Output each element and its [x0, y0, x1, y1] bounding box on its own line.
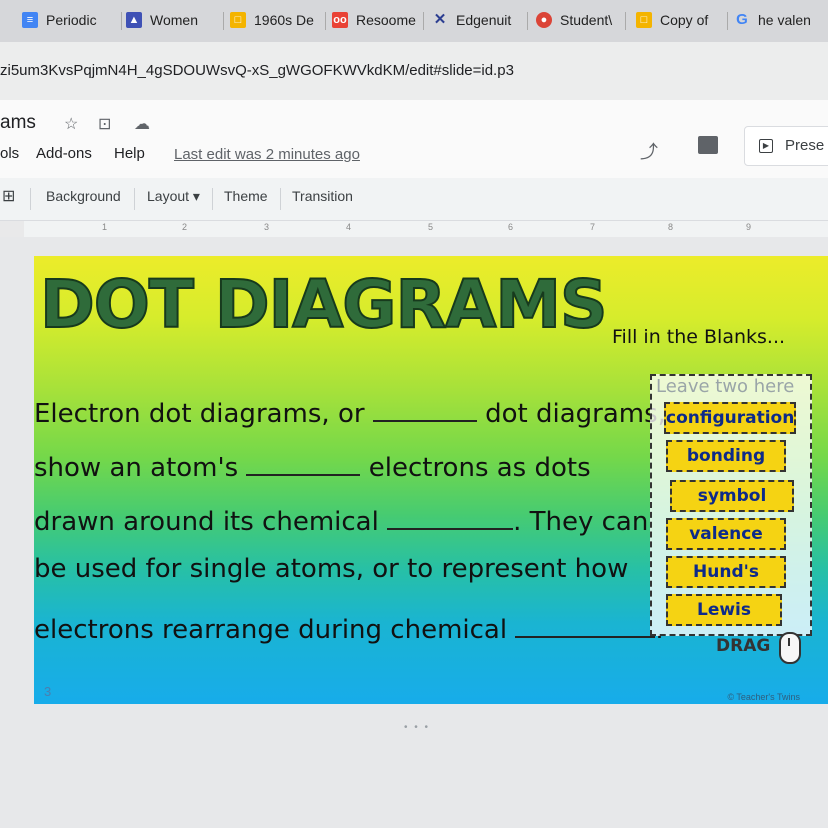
cloud-status-icon[interactable]: ☁: [134, 114, 150, 134]
ruler-mark: 4: [346, 222, 352, 232]
menu-help[interactable]: Help: [114, 145, 145, 162]
filmstrip-resize-handle[interactable]: • • •: [404, 722, 430, 733]
line-text: electrons rearrange during chemical: [34, 615, 516, 645]
menu-add-ons[interactable]: Add-ons: [36, 145, 92, 162]
line-text: dot diagrams,: [476, 399, 666, 429]
ruler-mark: 1: [102, 222, 108, 232]
tab-women[interactable]: ▲ Women: [126, 4, 224, 36]
horizontal-ruler[interactable]: 1 2 3 4 5 6 7 8 9: [24, 221, 828, 237]
ruler-mark: 2: [182, 222, 188, 232]
classroom-icon: ▲: [126, 12, 142, 28]
word-chip-symbol[interactable]: symbol: [670, 480, 794, 512]
tab-label: Periodic: [46, 12, 97, 28]
doc-header: ams ☆ ⊡ ☁ ols Add-ons Help Last edit was…: [0, 100, 828, 178]
word-chip-bonding[interactable]: bonding: [666, 440, 786, 472]
transition-button[interactable]: Transition: [292, 188, 353, 204]
line-text: be used for single atoms, or to represen…: [34, 554, 629, 584]
tab-label: he valen: [758, 12, 811, 28]
oo-icon: oo: [332, 12, 348, 28]
text-line: electrons rearrange during chemical .: [34, 610, 664, 643]
ruler-mark: 9: [746, 222, 752, 232]
google-icon: G: [736, 11, 748, 28]
layout-button[interactable]: Layout ▾: [147, 188, 200, 205]
activity-trend-icon[interactable]: ⤴: [640, 138, 658, 164]
present-icon: ▶: [759, 139, 773, 153]
tab-copy-of[interactable]: □ Copy of: [636, 4, 728, 36]
word-chip-hunds[interactable]: Hund's: [666, 556, 786, 588]
background-button[interactable]: Background: [46, 188, 121, 204]
tab-1960s[interactable]: □ 1960s De: [230, 4, 326, 36]
line-text: electrons as dots: [360, 453, 591, 483]
word-bank-title: Leave two here: [656, 376, 795, 397]
drag-label: DRAG: [716, 636, 771, 656]
word-chip-configuration[interactable]: configuration: [664, 402, 796, 434]
line-text: drawn around its chemical: [34, 507, 388, 537]
menu-tools[interactable]: ols: [0, 145, 19, 162]
ruler-mark: 5: [428, 222, 434, 232]
last-edit-link[interactable]: Last edit was 2 minutes ago: [174, 146, 360, 163]
ruler-mark: 3: [264, 222, 270, 232]
url-text[interactable]: zi5um3KvsPqjmN4H_4gSDOUWsvQ-xS_gWGOFKWVk…: [0, 62, 514, 79]
line-text: show an atom's: [34, 453, 247, 483]
mouse-icon: [779, 632, 801, 664]
theme-button[interactable]: Theme: [224, 188, 268, 204]
text-line: Electron dot diagrams, or dot diagrams,: [34, 394, 666, 427]
browser-tab-bar: ≡ Periodic ▲ Women □ 1960s De oo Resoome…: [0, 0, 828, 42]
ruler-mark: 6: [508, 222, 514, 232]
word-chip-lewis[interactable]: Lewis: [666, 594, 782, 626]
new-slide-icon[interactable]: ⊞: [2, 186, 15, 206]
blank-line: [387, 502, 514, 530]
tab-periodic[interactable]: ≡ Periodic: [22, 4, 122, 36]
present-button[interactable]: ▶ Prese: [744, 126, 828, 166]
text-line: drawn around its chemical . They can: [34, 502, 648, 535]
tab-label: Women: [150, 12, 198, 28]
layout-label: Layout: [147, 188, 190, 204]
slides-icon: □: [636, 12, 652, 28]
tab-label: Edgenuit: [456, 12, 512, 28]
line-text: Electron dot diagrams, or: [34, 399, 373, 429]
slide-page-number: 3: [44, 684, 52, 699]
blank-line: [246, 448, 361, 476]
line-text: . They can: [513, 507, 649, 537]
tab-label: Resoome: [356, 12, 416, 28]
chrome-icon: ●: [536, 12, 552, 28]
star-icon[interactable]: ☆: [64, 114, 78, 134]
x-icon: ✕: [433, 11, 447, 28]
blank-line: [372, 394, 477, 422]
chevron-down-icon: ▾: [189, 188, 200, 204]
present-label: Prese: [785, 137, 825, 154]
tab-label: Copy of: [660, 12, 709, 28]
tab-student[interactable]: ● Student\: [536, 4, 626, 36]
slides-toolbar: ⊞ Background Layout ▾ Theme Transition: [0, 178, 828, 221]
slide-subheading[interactable]: Fill in the Blanks...: [612, 326, 785, 348]
tab-label: Student\: [560, 12, 613, 28]
comments-icon[interactable]: [698, 136, 718, 154]
slide[interactable]: DOT DIAGRAMS Fill in the Blanks... Elect…: [34, 256, 828, 704]
ruler-mark: 7: [590, 222, 596, 232]
slide-heading[interactable]: DOT DIAGRAMS: [39, 265, 609, 344]
word-bank: Leave two here configuration bonding sym…: [650, 374, 812, 636]
ruler-mark: 8: [668, 222, 674, 232]
tab-label: 1960s De: [254, 12, 314, 28]
slides-icon: ≡: [22, 12, 38, 28]
text-line: show an atom's electrons as dots: [34, 448, 591, 481]
move-to-folder-icon[interactable]: ⊡: [98, 114, 111, 134]
tab-edgenuity[interactable]: ✕ Edgenuit: [432, 4, 528, 36]
tab-resoome[interactable]: oo Resoome: [332, 4, 424, 36]
doc-title[interactable]: ams: [0, 112, 36, 134]
word-chip-valence[interactable]: valence: [666, 518, 786, 550]
tab-google[interactable]: G he valen: [734, 4, 828, 36]
address-bar[interactable]: zi5um3KvsPqjmN4H_4gSDOUWsvQ-xS_gWGOFKWVk…: [0, 42, 828, 100]
slide-credit: © Teacher's Twins: [727, 692, 800, 702]
slides-icon: □: [230, 12, 246, 28]
text-line: be used for single atoms, or to represen…: [34, 556, 628, 582]
blank-line: [515, 610, 656, 638]
